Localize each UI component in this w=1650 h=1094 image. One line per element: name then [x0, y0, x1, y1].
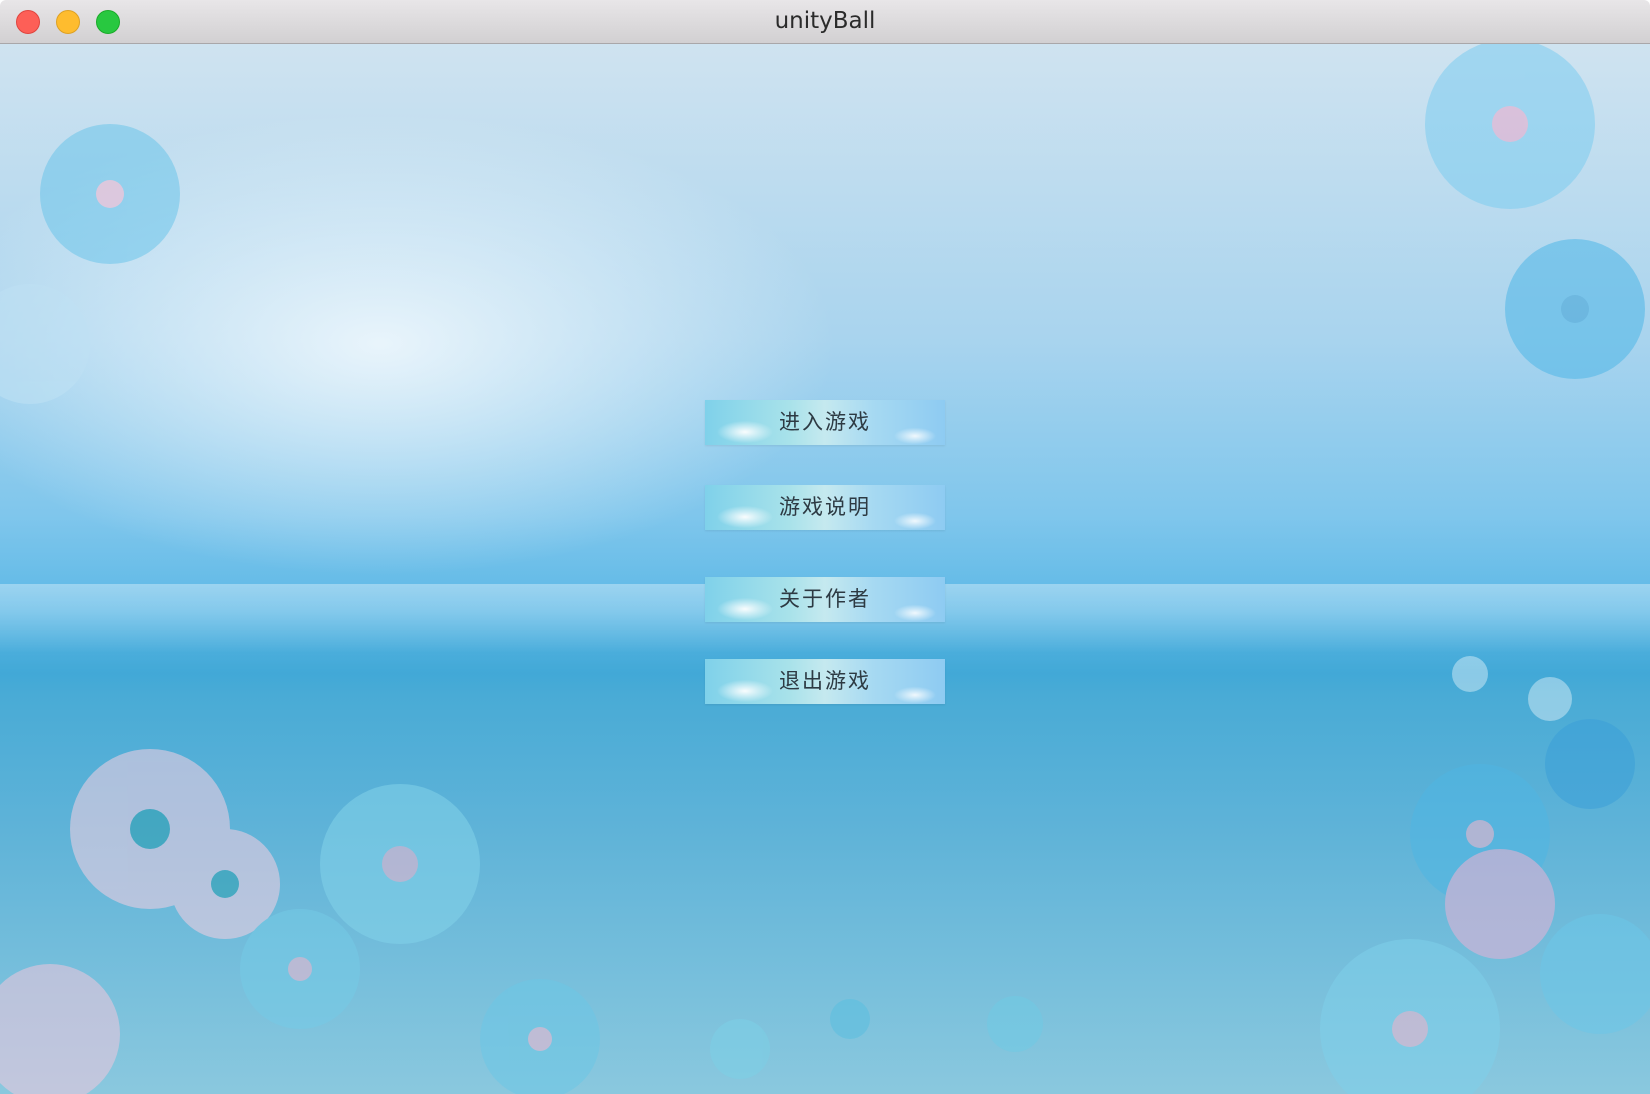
- flower-shape: [1452, 656, 1488, 692]
- flower-shape: [96, 180, 124, 208]
- game-menu-background: 进入游戏 游戏说明 关于作者 退出游戏: [0, 44, 1650, 1094]
- enter-game-button[interactable]: 进入游戏: [705, 400, 945, 445]
- title-bar[interactable]: unityBall: [0, 0, 1650, 44]
- about-author-button[interactable]: 关于作者: [705, 577, 945, 622]
- flower-shape: [1545, 719, 1635, 809]
- flower-shape: [1561, 295, 1589, 323]
- flower-shape: [382, 846, 418, 882]
- flower-shape: [0, 284, 90, 404]
- app-window: unityBall 进入游戏 游戏说明 关于作者 退出游戏: [0, 0, 1650, 1094]
- flower-shape: [1392, 1011, 1428, 1047]
- flower-shape: [1540, 914, 1650, 1034]
- flower-shape: [1528, 677, 1572, 721]
- flower-shape: [130, 809, 170, 849]
- flower-shape: [0, 964, 120, 1094]
- window-title: unityBall: [774, 8, 876, 34]
- flower-decoration-left: [0, 44, 1650, 1094]
- flower-shape: [288, 957, 312, 981]
- flower-shape: [987, 996, 1043, 1052]
- game-instructions-button[interactable]: 游戏说明: [705, 485, 945, 530]
- flower-shape: [710, 1019, 770, 1079]
- exit-game-button[interactable]: 退出游戏: [705, 659, 945, 704]
- flower-shape: [1466, 820, 1494, 848]
- flower-shape: [211, 870, 239, 898]
- flower-shape: [1445, 849, 1555, 959]
- flower-shape: [528, 1027, 552, 1051]
- flower-shape: [1492, 106, 1528, 142]
- flower-shape: [830, 999, 870, 1039]
